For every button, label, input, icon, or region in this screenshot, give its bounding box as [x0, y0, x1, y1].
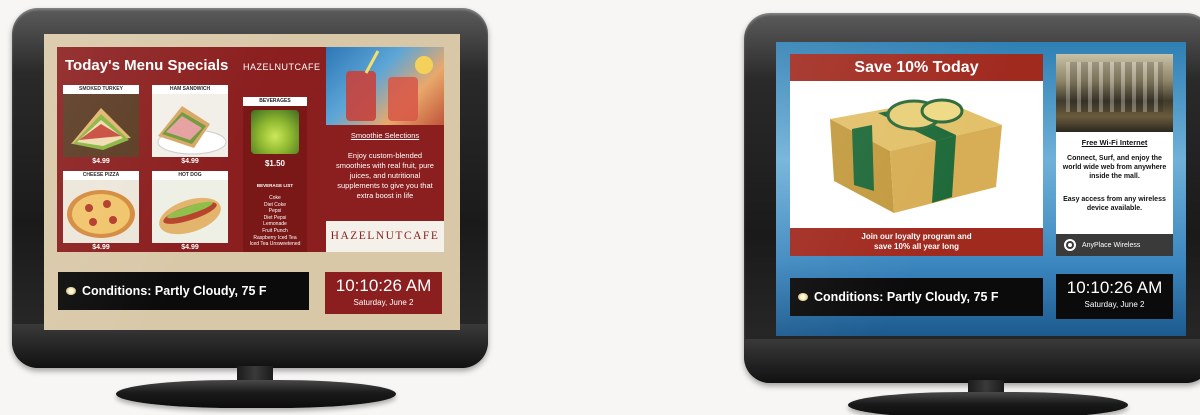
menu-brand: HAZELNUTCAFE [243, 62, 321, 72]
beverage-item: Lemonade [263, 221, 287, 228]
menu-item-price: $4.99 [181, 158, 199, 165]
beverage-item: Diet Coke [264, 201, 286, 208]
smoothie-text: Enjoy custom-blended smoothies with real… [336, 151, 434, 200]
beverage-item: Pepsi [268, 208, 282, 215]
wireless-brand: AnyPlace Wireless [1056, 234, 1173, 256]
weather-icon [798, 293, 808, 301]
sandwich-photo [152, 94, 228, 157]
clock-date: Saturday, June 2 [353, 298, 414, 307]
gift-box-image [790, 81, 1043, 228]
pizza-photo [63, 180, 139, 243]
cafe-screen: Today's Menu Specials HAZELNUTCAFE SMOKE… [44, 34, 460, 330]
menu-item-price: $4.99 [92, 244, 110, 251]
weather-ticker: Conditions: Partly Cloudy, 75 F [58, 272, 309, 310]
weather-conditions: Conditions: Partly Cloudy, 75 F [814, 290, 999, 304]
beverage-list: Coke Diet Coke Pepsi Diet Pepsi Lemonade… [243, 195, 307, 248]
menu-item-name: HAM SANDWICH [152, 85, 228, 94]
menu-item-price: $4.99 [92, 158, 110, 165]
beverages-column: BEVERAGES $1.50 BEVERAGE LIST Coke Diet … [243, 97, 307, 252]
wifi-text: Connect, Surf, and enjoy the world wide … [1062, 155, 1167, 180]
menu-title: Today's Menu Specials [65, 57, 229, 74]
beverage-item: Coke [269, 195, 281, 201]
menu-item-name: CHEESE PIZZA [63, 171, 139, 180]
wifi-heading: Free Wi-Fi Internet [1081, 138, 1148, 147]
menu-item-name: HOT DOG [152, 171, 228, 180]
beverage-item: Fruit Punch [262, 227, 288, 234]
wireless-logo-icon [1064, 239, 1076, 251]
menu-item: CHEESE PIZZA $4.99 [63, 171, 139, 251]
beverage-item: Diet Pepsi [263, 214, 287, 221]
lemonade-photo [251, 110, 299, 154]
beverage-list-title: BEVERAGE LIST [256, 183, 294, 188]
promo-footer-line: save 10% all year long [874, 242, 959, 251]
clock-date: Saturday, June 2 [1084, 300, 1145, 309]
weather-conditions: Conditions: Partly Cloudy, 75 F [82, 284, 267, 298]
promo-headline: Save 10% Today [790, 54, 1043, 81]
menu-item: HOT DOG $4.99 [152, 171, 228, 251]
weather-icon [66, 287, 76, 295]
clock-time: 10:10:26 AM [1066, 278, 1163, 297]
smoothie-photo [326, 47, 444, 125]
cafe-logo: HAZELNUTCAFE [326, 221, 444, 252]
hotdog-photo [152, 180, 228, 243]
promo-panel: Save 10% Today Join our loyalty program … [790, 54, 1043, 256]
monitor-stand [116, 380, 396, 408]
menu-item-name: SMOKED TURKEY [63, 85, 139, 94]
beverages-price: $1.50 [264, 159, 286, 168]
promo-footer: Join our loyalty program and save 10% al… [790, 228, 1043, 256]
wifi-panel: Free Wi-Fi Internet Connect, Surf, and e… [1056, 54, 1173, 256]
clock-panel: 10:10:26 AM Saturday, June 2 [325, 272, 442, 314]
menu-item-price: $4.99 [181, 244, 199, 251]
weather-ticker: Conditions: Partly Cloudy, 75 F [790, 278, 1043, 316]
promo-footer-line: Join our loyalty program and [861, 232, 972, 241]
smoothie-panel: Smoothie Selections Enjoy custom-blended… [326, 47, 444, 252]
beverage-item: Raspberry Iced Tea [253, 234, 297, 241]
wireless-brand-name: AnyPlace Wireless [1082, 241, 1141, 249]
sandwich-photo [63, 94, 139, 157]
menu-specials-panel: Today's Menu Specials HAZELNUTCAFE SMOKE… [57, 47, 354, 252]
menu-item: SMOKED TURKEY $4.99 [63, 85, 139, 165]
smoothie-heading: Smoothie Selections [350, 131, 420, 140]
menu-item: HAM SANDWICH $4.99 [152, 85, 228, 165]
wifi-text: Easy access from any wireless device ava… [1063, 196, 1166, 212]
clock-time: 10:10:26 AM [335, 276, 432, 295]
mall-photo [1056, 54, 1173, 132]
beverages-title: BEVERAGES [243, 97, 307, 106]
beverage-item: Iced Tea Unsweetened [249, 241, 301, 248]
monitor-stand [848, 392, 1128, 415]
clock-panel: 10:10:26 AM Saturday, June 2 [1056, 274, 1173, 319]
mall-screen: Save 10% Today Join our loyalty program … [776, 42, 1186, 336]
